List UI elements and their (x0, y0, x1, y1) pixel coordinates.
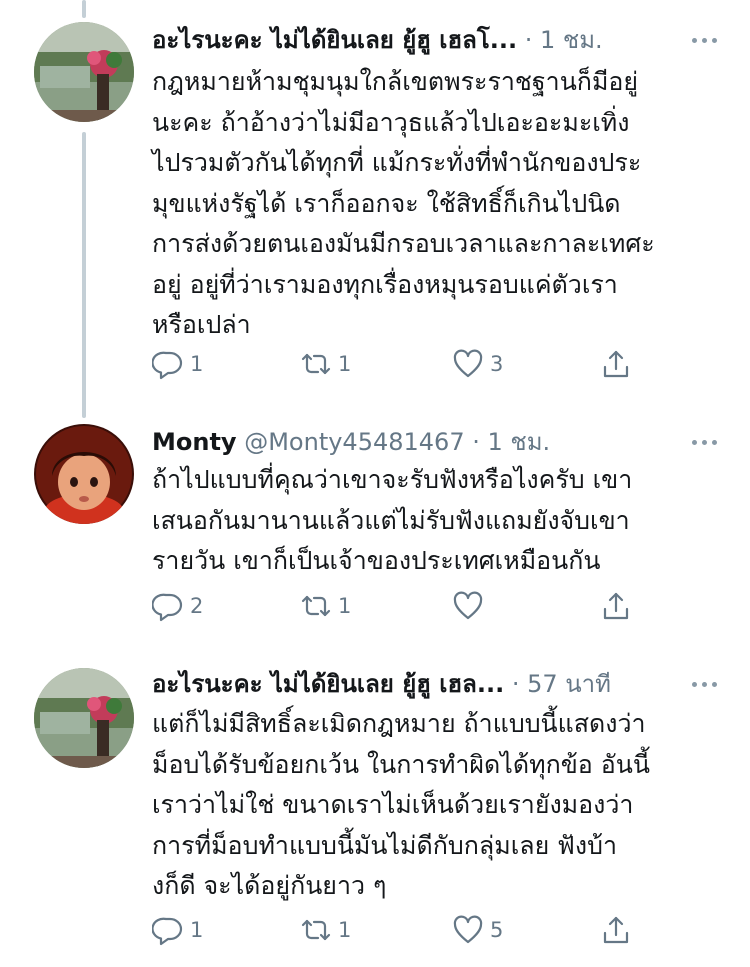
tweet[interactable]: Monty @Monty45481467 · 1 ชม. ถ้าไปแบบที่… (0, 418, 750, 638)
tweet-text-line: เราว่าไม่ใช่ ขนาดเราไม่เห็นด้วยเรายังมอง… (152, 790, 634, 819)
like-count: 5 (490, 918, 504, 942)
reply-icon (152, 593, 183, 622)
display-name[interactable]: อะไรนะคะ ไม่ได้ยินเลย ยู้ฮู เฮล... (152, 670, 504, 698)
tweet-text-line: แต่ก็ไม่มีสิทธิ์ละเมิดกฎหมาย ถ้าแบบนี้แส… (152, 709, 646, 738)
reply-count: 1 (190, 918, 204, 942)
tweet-text-line: มุขแห่งรัฐได้ เราก็ออกจะ ใช้สิทธิ์ก็เกิน… (152, 188, 621, 218)
tweet-text-line: ไปรวมตัวกันได้ทุกที่ แม้กระทั่งที่พำนักข… (152, 148, 642, 177)
retweet-count: 1 (338, 594, 352, 618)
heart-icon (453, 349, 483, 378)
retweet-count: 1 (338, 352, 352, 376)
tweet-text: ถ้าไปแบบที่คุณว่าเขาจะรับฟังหรือไงครับ เ… (152, 460, 722, 582)
reply-button[interactable]: 2 (152, 586, 203, 626)
share-button[interactable] (600, 344, 632, 384)
more-icon[interactable] (686, 666, 722, 702)
reply-count: 1 (190, 352, 204, 376)
reply-count: 2 (190, 594, 204, 618)
timestamp[interactable]: 1 ชม. (488, 428, 551, 456)
share-button[interactable] (600, 910, 632, 950)
retweet-icon (301, 919, 331, 941)
retweet-button[interactable]: 1 (300, 910, 351, 950)
tweet-header: Monty @Monty45481467 · 1 ชม. (152, 424, 722, 460)
reply-button[interactable]: 1 (152, 344, 203, 384)
more-icon[interactable] (686, 22, 722, 58)
tweet-text-line: ม็อบได้รับข้อยกเว้น ในการทำผิดได้ทุกข้อ … (152, 749, 650, 779)
retweet-button[interactable]: 1 (300, 344, 351, 384)
separator-dot: · (511, 670, 520, 698)
more-icon[interactable] (686, 424, 722, 460)
timestamp[interactable]: 57 นาที (527, 670, 611, 698)
tweet[interactable]: อะไรนะคะ ไม่ได้ยินเลย ยู้ฮู เฮล... · 57 … (0, 648, 750, 967)
tweet-header: อะไรนะคะ ไม่ได้ยินเลย ยู้ฮู เฮล... · 57 … (152, 666, 722, 702)
share-icon (603, 350, 629, 378)
tweet-text-line: นะคะ ถ้าอ้างว่าไม่มีอาวุธแล้วไปเอะอะมะเท… (152, 107, 630, 137)
like-button[interactable]: 5 (452, 910, 503, 950)
share-icon (603, 592, 629, 620)
tweet-text-line: อยู่ อยู่ที่ว่าเรามองทุกเรื่องหมุนรอบแค่… (152, 269, 618, 299)
heart-icon (453, 915, 483, 944)
reply-icon (152, 917, 183, 946)
user-handle[interactable]: @Monty45481467 (244, 428, 464, 456)
display-name[interactable]: Monty (152, 428, 237, 456)
tweet-text-line: ถ้าไปแบบที่คุณว่าเขาจะรับฟังหรือไงครับ เ… (152, 465, 633, 494)
retweet-icon (301, 353, 331, 375)
tweet-text-line: หรือเปล่า (152, 310, 251, 339)
tweet-text: กฎหมายห้ามชุมนุมใกล้เขตพระราชฐานก็มีอยู่… (152, 62, 722, 346)
tweet-text-line: รายวัน เขาก็เป็นเจ้าของประเทศเหมือนกัน (152, 546, 601, 575)
like-count: 3 (490, 352, 504, 376)
like-button[interactable] (452, 586, 498, 626)
avatar[interactable] (34, 22, 134, 122)
reply-button[interactable]: 1 (152, 910, 203, 950)
like-button[interactable]: 3 (452, 344, 503, 384)
tweet-actions: 1 1 3 (152, 344, 642, 384)
avatar[interactable] (34, 668, 134, 768)
tweet-text-line: การส่งด้วยตนเองมันมีกรอบเวลาและกาละเทศะ (152, 229, 655, 258)
heart-icon (453, 591, 483, 620)
retweet-button[interactable]: 1 (300, 586, 351, 626)
separator-dot: · (524, 26, 533, 54)
retweet-icon (301, 595, 331, 617)
separator-dot: · (472, 428, 480, 456)
avatar[interactable] (34, 424, 134, 524)
tweet[interactable]: อะไรนะคะ ไม่ได้ยินเลย ยู้ฮู เฮลโ... · 1 … (0, 0, 750, 400)
share-icon (603, 916, 629, 944)
display-name[interactable]: อะไรนะคะ ไม่ได้ยินเลย ยู้ฮู เฮลโ... (152, 26, 517, 54)
tweet-actions: 1 1 5 (152, 910, 642, 950)
tweet-text: แต่ก็ไม่มีสิทธิ์ละเมิดกฎหมาย ถ้าแบบนี้แส… (152, 704, 722, 907)
tweet-text-line: การที่ม็อบทำแบบนี้มันไม่ดีกับกลุ่มเลย ฟั… (152, 830, 617, 860)
tweet-header: อะไรนะคะ ไม่ได้ยินเลย ยู้ฮู เฮลโ... · 1 … (152, 22, 722, 58)
reply-icon (152, 351, 183, 380)
share-button[interactable] (600, 586, 632, 626)
timestamp[interactable]: 1 ชม. (540, 26, 603, 54)
tweet-text-line: เสนอกันมานานแล้วแต่ไม่รับฟังแถมยังจับเขา (152, 505, 630, 535)
tweet-actions: 2 1 (152, 586, 642, 626)
tweet-text-line: งก็ดี จะได้อยู่กันยาว ๆ (152, 871, 387, 900)
tweet-text-line: กฎหมายห้ามชุมนุมใกล้เขตพระราชฐานก็มีอยู่ (152, 67, 639, 96)
retweet-count: 1 (338, 918, 352, 942)
